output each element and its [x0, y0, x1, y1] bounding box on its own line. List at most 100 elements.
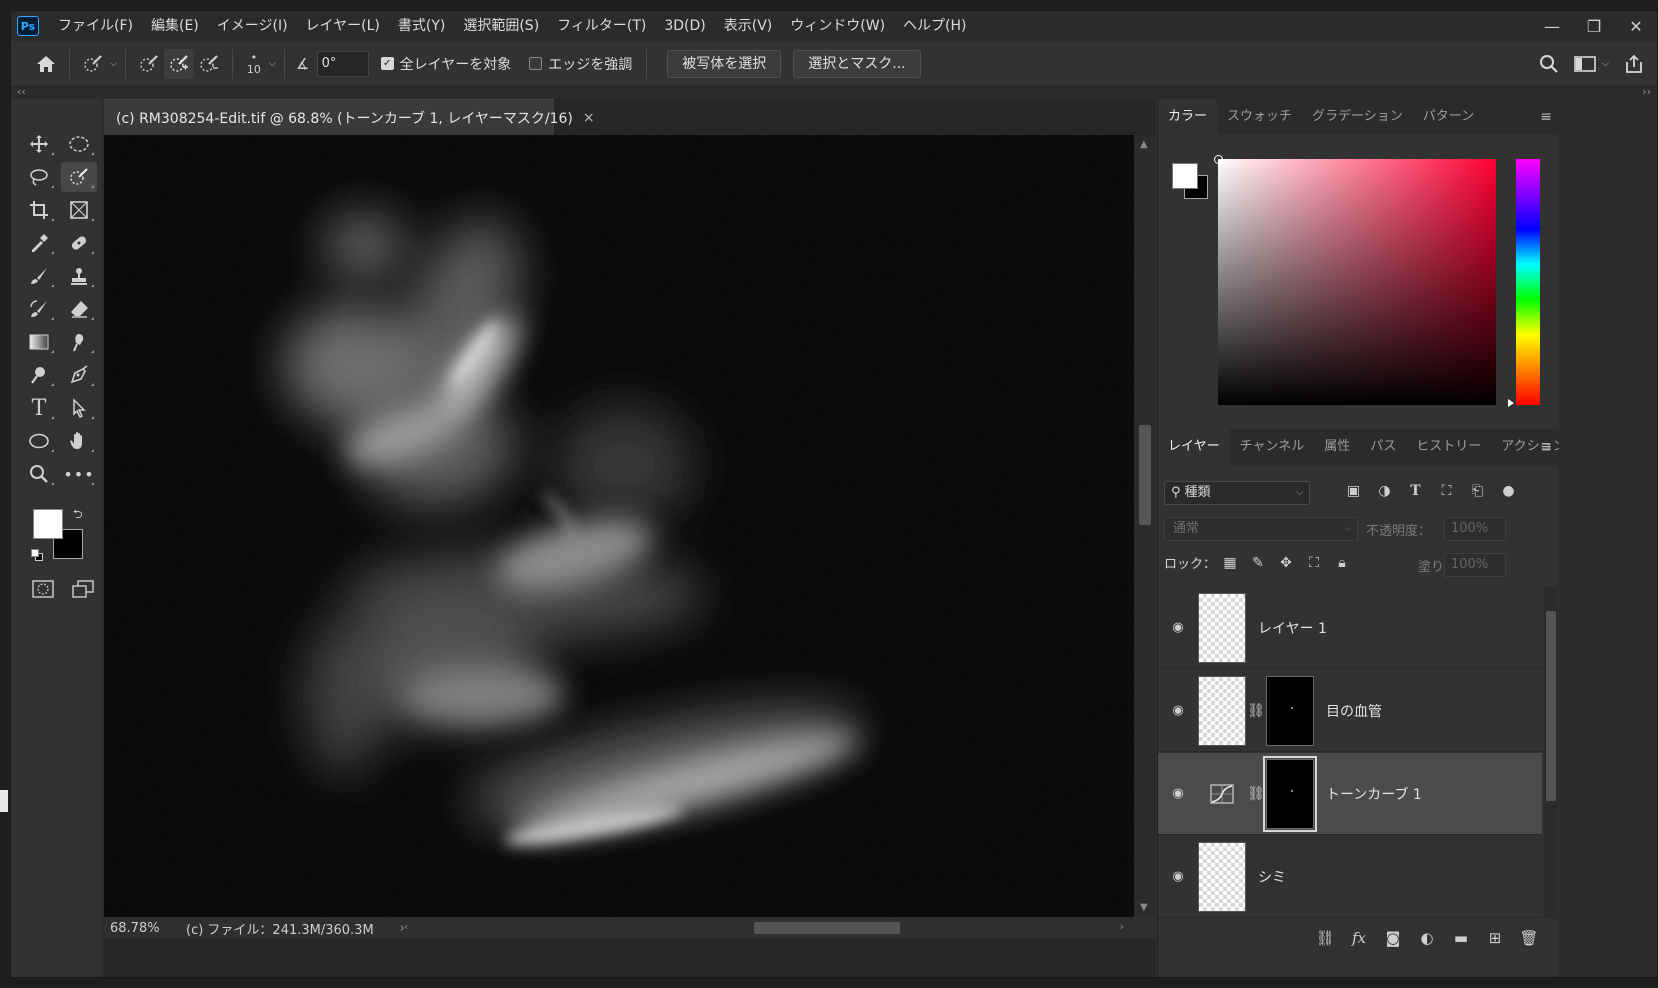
- fill-input[interactable]: 100%: [1444, 553, 1506, 577]
- tab-patterns[interactable]: パターン: [1413, 99, 1484, 135]
- healing-brush-icon[interactable]: [61, 228, 97, 258]
- layer-thumbnail[interactable]: [1198, 841, 1246, 912]
- smudge-tool-icon[interactable]: [61, 327, 97, 357]
- menu-window[interactable]: ウィンドウ(W): [781, 11, 894, 41]
- layer-mask-thumbnail[interactable]: [1266, 675, 1314, 746]
- gradient-tool-icon[interactable]: [21, 327, 57, 357]
- add-mask-icon[interactable]: ◙: [1376, 929, 1410, 947]
- visibility-eye-icon[interactable]: ◉: [1158, 703, 1198, 718]
- color-picker-cursor[interactable]: [1214, 155, 1223, 164]
- filter-pixel-icon[interactable]: ▣: [1338, 483, 1369, 499]
- eyedropper-tool-icon[interactable]: [21, 228, 57, 258]
- filter-adjustment-icon[interactable]: ◑: [1369, 483, 1400, 499]
- new-layer-icon[interactable]: ⊞: [1478, 929, 1512, 947]
- menu-help[interactable]: ヘルプ(H): [894, 11, 975, 41]
- lock-artboard-icon[interactable]: ⛶: [1300, 555, 1328, 571]
- filter-toggle-icon[interactable]: ●: [1493, 483, 1524, 499]
- scroll-right-icon[interactable]: ›: [1120, 920, 1124, 933]
- filter-smart-object-icon[interactable]: ⎗: [1462, 483, 1493, 499]
- eraser-tool-icon[interactable]: [61, 294, 97, 324]
- brush-size-picker[interactable]: • 10: [241, 51, 267, 76]
- workspace-icon[interactable]: [1570, 49, 1600, 79]
- menu-image[interactable]: イメージ(I): [208, 11, 297, 41]
- crop-tool-icon[interactable]: [21, 195, 57, 225]
- zoom-tool-icon[interactable]: [21, 459, 57, 489]
- tab-color[interactable]: カラー: [1158, 99, 1218, 135]
- layer-name[interactable]: 目の血管: [1326, 701, 1382, 721]
- lasso-tool-icon[interactable]: [21, 162, 57, 192]
- scroll-thumb[interactable]: [754, 922, 900, 934]
- lock-all-icon[interactable]: 🔒︎: [1328, 555, 1356, 571]
- document-tab[interactable]: (c) RM308254-Edit.tif @ 68.8% (トーンカーブ 1,…: [104, 99, 595, 135]
- scroll-left-icon[interactable]: ‹: [404, 920, 408, 933]
- new-group-icon[interactable]: ▬: [1444, 929, 1478, 947]
- lock-transparency-icon[interactable]: ▦: [1216, 555, 1244, 571]
- adjustment-layer-icon[interactable]: ◐: [1410, 929, 1444, 947]
- lock-position-icon[interactable]: ✥: [1272, 555, 1300, 571]
- close-window-icon[interactable]: ✕: [1615, 11, 1657, 41]
- canvas-vertical-scrollbar[interactable]: ▲ ▼: [1134, 135, 1156, 917]
- swap-colors-icon[interactable]: ⮌: [73, 505, 83, 526]
- link-chain-icon[interactable]: ⛓: [1246, 786, 1266, 802]
- layer-filter-select[interactable]: ⚲ 種類 ⌵: [1164, 481, 1310, 505]
- new-selection-icon[interactable]: [134, 49, 164, 79]
- home-icon[interactable]: [31, 49, 61, 79]
- image-canvas[interactable]: [104, 135, 1134, 917]
- more-tools-icon[interactable]: •••: [61, 459, 97, 489]
- tab-history[interactable]: ヒストリー: [1406, 429, 1491, 465]
- panel-menu-icon[interactable]: ≡: [1540, 109, 1552, 125]
- menu-3d[interactable]: 3D(D): [655, 11, 714, 41]
- canvas-horizontal-scrollbar[interactable]: ‹ ›: [404, 920, 1124, 935]
- add-to-selection-icon[interactable]: [163, 48, 194, 79]
- filter-shape-icon[interactable]: ⛶: [1431, 483, 1462, 499]
- select-subject-button[interactable]: 被写体を選択: [667, 49, 782, 78]
- tab-layers[interactable]: レイヤー: [1158, 429, 1230, 465]
- opacity-input[interactable]: 100%: [1444, 517, 1506, 541]
- tab-gradients[interactable]: グラデーション: [1302, 99, 1413, 135]
- select-and-mask-button[interactable]: 選択とマスク...: [793, 49, 921, 78]
- color-panel-foreground-swatch[interactable]: [1172, 163, 1198, 189]
- hue-slider[interactable]: [1516, 159, 1540, 405]
- quick-mask-icon[interactable]: [25, 575, 61, 603]
- quick-selection-preset-icon[interactable]: [78, 49, 108, 79]
- hue-slider-marker[interactable]: [1508, 399, 1514, 407]
- menu-edit[interactable]: 編集(E): [142, 11, 208, 41]
- sample-all-layers-checkbox[interactable]: ✓: [380, 57, 394, 70]
- brush-tool-icon[interactable]: [21, 261, 57, 291]
- filter-type-icon[interactable]: T: [1400, 483, 1431, 499]
- layer-row-selected[interactable]: ◉ ⛓ トーンカーブ 1: [1158, 753, 1542, 835]
- tab-properties[interactable]: 属性: [1314, 429, 1360, 465]
- frame-tool-icon[interactable]: [61, 195, 97, 225]
- menu-select[interactable]: 選択範囲(S): [454, 11, 548, 41]
- panel-menu-icon[interactable]: ≡: [1540, 439, 1552, 455]
- collapse-right-icon[interactable]: ››: [1642, 85, 1651, 98]
- share-icon[interactable]: [1619, 49, 1649, 79]
- angle-input[interactable]: 0°: [316, 50, 369, 77]
- visibility-eye-icon[interactable]: ◉: [1158, 869, 1198, 884]
- saturation-brightness-field[interactable]: [1218, 159, 1496, 405]
- layer-row[interactable]: ◉ ⛓ 目の血管: [1158, 670, 1542, 752]
- close-document-icon[interactable]: ×: [583, 110, 595, 126]
- layer-thumbnail[interactable]: [1198, 675, 1246, 746]
- hand-tool-icon[interactable]: [61, 426, 97, 456]
- menu-filter[interactable]: フィルター(T): [548, 11, 655, 41]
- link-layers-icon[interactable]: ⛓: [1308, 929, 1342, 947]
- layer-name[interactable]: シミ: [1258, 867, 1286, 887]
- search-icon[interactable]: [1534, 49, 1564, 79]
- layer-row[interactable]: ◉ シミ: [1158, 836, 1542, 918]
- zoom-level[interactable]: 68.78%: [104, 921, 174, 936]
- chevron-down-icon[interactable]: ⌵: [110, 59, 117, 69]
- collapse-left-icon[interactable]: ‹‹: [17, 85, 26, 98]
- visibility-eye-icon[interactable]: ◉: [1158, 786, 1198, 801]
- menu-type[interactable]: 書式(Y): [389, 11, 454, 41]
- chevron-down-icon[interactable]: ⌵: [1602, 59, 1609, 69]
- curves-adjustment-icon[interactable]: [1198, 759, 1246, 829]
- layer-name[interactable]: トーンカーブ 1: [1326, 784, 1422, 804]
- minimize-icon[interactable]: —: [1531, 11, 1573, 41]
- history-brush-icon[interactable]: [21, 294, 57, 324]
- menu-view[interactable]: 表示(V): [715, 11, 782, 41]
- default-colors-icon[interactable]: [31, 549, 43, 561]
- screen-mode-icon[interactable]: [65, 575, 101, 603]
- scroll-down-icon[interactable]: ▼: [1140, 902, 1148, 913]
- scroll-thumb[interactable]: [1546, 611, 1556, 801]
